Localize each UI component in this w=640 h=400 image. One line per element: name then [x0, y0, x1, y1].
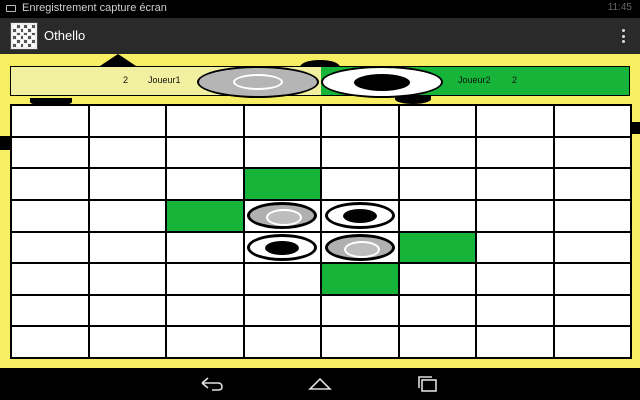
board-cell[interactable] — [12, 137, 88, 168]
black-disc — [247, 233, 318, 261]
board-cell[interactable] — [12, 295, 88, 326]
board-cell[interactable] — [12, 106, 88, 136]
board-cell[interactable] — [399, 137, 475, 168]
board-cell[interactable] — [167, 137, 243, 168]
board-cell[interactable] — [322, 169, 398, 199]
board-cell[interactable] — [322, 137, 398, 168]
board-cell[interactable] — [554, 137, 630, 168]
player1-disc-icon — [197, 66, 319, 98]
board-cell[interactable] — [244, 327, 320, 357]
home-icon[interactable] — [306, 374, 334, 394]
board-cell[interactable] — [167, 232, 243, 263]
board-cell[interactable] — [322, 295, 398, 326]
board-cell[interactable] — [554, 264, 630, 294]
board-cell[interactable] — [89, 169, 165, 199]
app-title: Othello — [44, 28, 86, 43]
black-disc — [324, 202, 395, 230]
board-cell[interactable] — [244, 295, 320, 326]
board-cell[interactable] — [399, 200, 475, 231]
board-cell-valid-move[interactable] — [322, 264, 398, 294]
recent-apps-icon[interactable] — [414, 374, 442, 394]
board-cell[interactable] — [322, 232, 398, 263]
board-cell[interactable] — [12, 232, 88, 263]
board-cell[interactable] — [244, 137, 320, 168]
board-cell[interactable] — [167, 295, 243, 326]
board-cell[interactable] — [89, 295, 165, 326]
decorative-shape — [100, 54, 136, 66]
back-icon[interactable] — [198, 374, 226, 394]
board-cell[interactable] — [477, 106, 553, 136]
board-cell[interactable] — [399, 169, 475, 199]
board-cell[interactable] — [89, 106, 165, 136]
board-cell[interactable] — [89, 200, 165, 231]
player1-score: 2 — [123, 75, 129, 85]
board-cell[interactable] — [477, 232, 553, 263]
board-cell[interactable] — [12, 327, 88, 357]
board-cell[interactable] — [477, 295, 553, 326]
board-cell[interactable] — [554, 169, 630, 199]
board-cell[interactable] — [244, 264, 320, 294]
board-cell[interactable] — [12, 264, 88, 294]
overflow-menu-icon[interactable] — [618, 26, 628, 46]
board-cell[interactable] — [554, 200, 630, 231]
player2-name: Joueur2 — [458, 75, 491, 85]
board-cell[interactable] — [477, 327, 553, 357]
clock: 11:45 — [607, 2, 632, 13]
gray-disc — [324, 233, 395, 261]
board-cell[interactable] — [477, 169, 553, 199]
othello-board — [10, 104, 632, 359]
board-cell[interactable] — [477, 264, 553, 294]
action-bar — [0, 18, 640, 54]
player2-score: 2 — [512, 75, 518, 85]
board-cell[interactable] — [399, 106, 475, 136]
board-cell[interactable] — [244, 232, 320, 263]
board-cell[interactable] — [399, 295, 475, 326]
gray-disc — [247, 202, 318, 230]
board-cell[interactable] — [167, 327, 243, 357]
board-cell[interactable] — [554, 327, 630, 357]
board-cell[interactable] — [477, 200, 553, 231]
player2-disc-icon — [321, 66, 443, 98]
board-cell[interactable] — [89, 232, 165, 263]
board-cell[interactable] — [322, 106, 398, 136]
board-cell-valid-move[interactable] — [399, 232, 475, 263]
board-cell[interactable] — [244, 200, 320, 231]
status-bar: Enregistrement capture écran 11:45 — [0, 0, 640, 18]
board-cell[interactable] — [399, 264, 475, 294]
board-cell[interactable] — [89, 264, 165, 294]
board-cell[interactable] — [12, 169, 88, 199]
board-cell[interactable] — [554, 295, 630, 326]
score-bar: 2 Joueur1 Joueur2 2 — [10, 66, 630, 98]
board-cell[interactable] — [477, 137, 553, 168]
board-cell[interactable] — [89, 137, 165, 168]
board-cell[interactable] — [12, 200, 88, 231]
board-cell[interactable] — [89, 327, 165, 357]
notification-text: Enregistrement capture écran — [22, 2, 167, 14]
player1-name: Joueur1 — [148, 75, 181, 85]
board-cell[interactable] — [554, 232, 630, 263]
board-cell[interactable] — [322, 200, 398, 231]
board-cell-valid-move[interactable] — [244, 169, 320, 199]
board-cell[interactable] — [554, 106, 630, 136]
othello-board-icon — [10, 22, 38, 50]
screen-record-icon — [6, 5, 16, 12]
board-cell[interactable] — [167, 106, 243, 136]
board-cell-valid-move[interactable] — [167, 200, 243, 231]
board-cell[interactable] — [167, 264, 243, 294]
board-cell[interactable] — [322, 327, 398, 357]
board-cell[interactable] — [399, 327, 475, 357]
navigation-bar — [0, 368, 640, 400]
board-cell[interactable] — [167, 169, 243, 199]
board-cell[interactable] — [244, 106, 320, 136]
game-area: 2 Joueur1 Joueur2 2 — [0, 54, 640, 368]
